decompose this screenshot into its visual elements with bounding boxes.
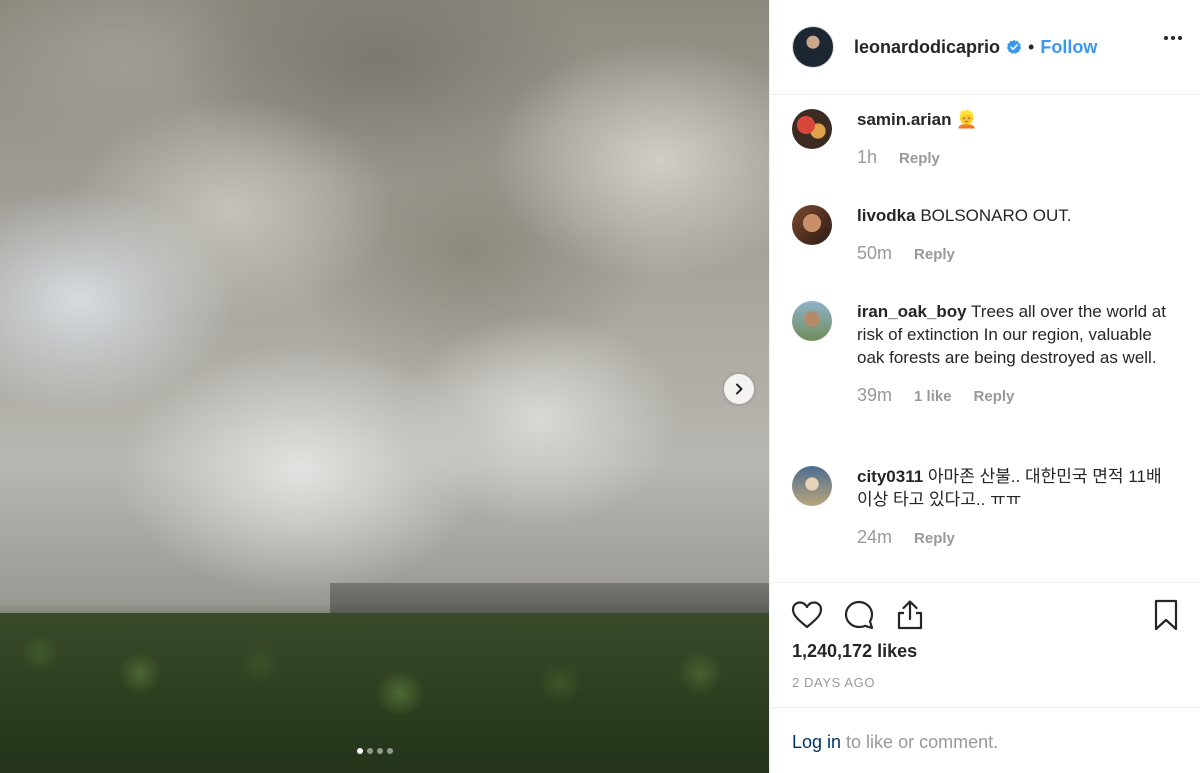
follow-button[interactable]: Follow [1040,37,1097,58]
commenter-avatar[interactable] [792,466,832,506]
comment-username[interactable]: livodka [857,206,916,225]
post-header: leonardodicaprio • Follow [770,0,1200,95]
comment-time[interactable]: 24m [857,527,892,548]
comment-item: city0311 아마존 산불.. 대한민국 면적 11배 이상 타고 있다고.… [792,466,1174,548]
comment-reply-button[interactable]: Reply [974,388,1015,405]
comment-time[interactable]: 1h [857,147,877,168]
post-side-panel: leonardodicaprio • Follow samin.arian 👱 … [769,0,1200,773]
carousel-dot [357,748,363,754]
comment-reply-button[interactable]: Reply [899,150,940,167]
comment-item: samin.arian 👱 1h Reply [792,109,1174,168]
commenter-avatar[interactable] [792,109,832,149]
post-actions: 1,240,172 likes 2 DAYS AGO [770,582,1200,707]
heart-icon[interactable] [790,598,824,632]
comment-time[interactable]: 50m [857,243,892,264]
like-count[interactable]: 1,240,172 likes [792,641,917,662]
comment-username[interactable]: samin.arian [857,110,952,129]
verified-badge-icon [1006,39,1022,54]
comment-time[interactable]: 39m [857,385,892,406]
comment-like-count[interactable]: 1 like [914,388,952,405]
login-prompt-text: to like or comment. [841,732,999,752]
comment-reply-button[interactable]: Reply [914,530,955,547]
carousel-dots [357,748,393,754]
more-options-icon[interactable] [1164,36,1182,40]
login-prompt: Log in to like or comment. [770,707,1200,773]
comment-username[interactable]: city0311 [857,467,923,486]
carousel-dot [377,748,383,754]
header-separator: • [1028,36,1035,57]
carousel-dot [367,748,373,754]
author-avatar[interactable] [792,26,834,68]
carousel-dot [387,748,393,754]
comment-item: iran_oak_boy Trees all over the world at… [792,301,1174,406]
author-username[interactable]: leonardodicaprio [854,37,1000,58]
comments-list: samin.arian 👱 1h Reply livodka BOLSONARO… [770,95,1200,582]
chevron-right-icon [736,383,743,395]
carousel-next-button[interactable] [724,374,754,404]
comment-reply-button[interactable]: Reply [914,246,955,263]
comment-text: BOLSONARO OUT. [920,206,1072,225]
post-date[interactable]: 2 DAYS AGO [792,675,875,690]
post-photo [0,0,769,773]
comment-username[interactable]: iran_oak_boy [857,302,967,321]
commenter-avatar[interactable] [792,301,832,341]
bookmark-icon[interactable] [1149,598,1183,632]
commenter-avatar[interactable] [792,205,832,245]
comment-text: 👱 [956,110,978,129]
login-link[interactable]: Log in [792,732,841,752]
share-icon[interactable] [893,598,927,632]
comment-item: livodka BOLSONARO OUT. 50m Reply [792,205,1174,264]
comment-icon[interactable] [842,598,876,632]
